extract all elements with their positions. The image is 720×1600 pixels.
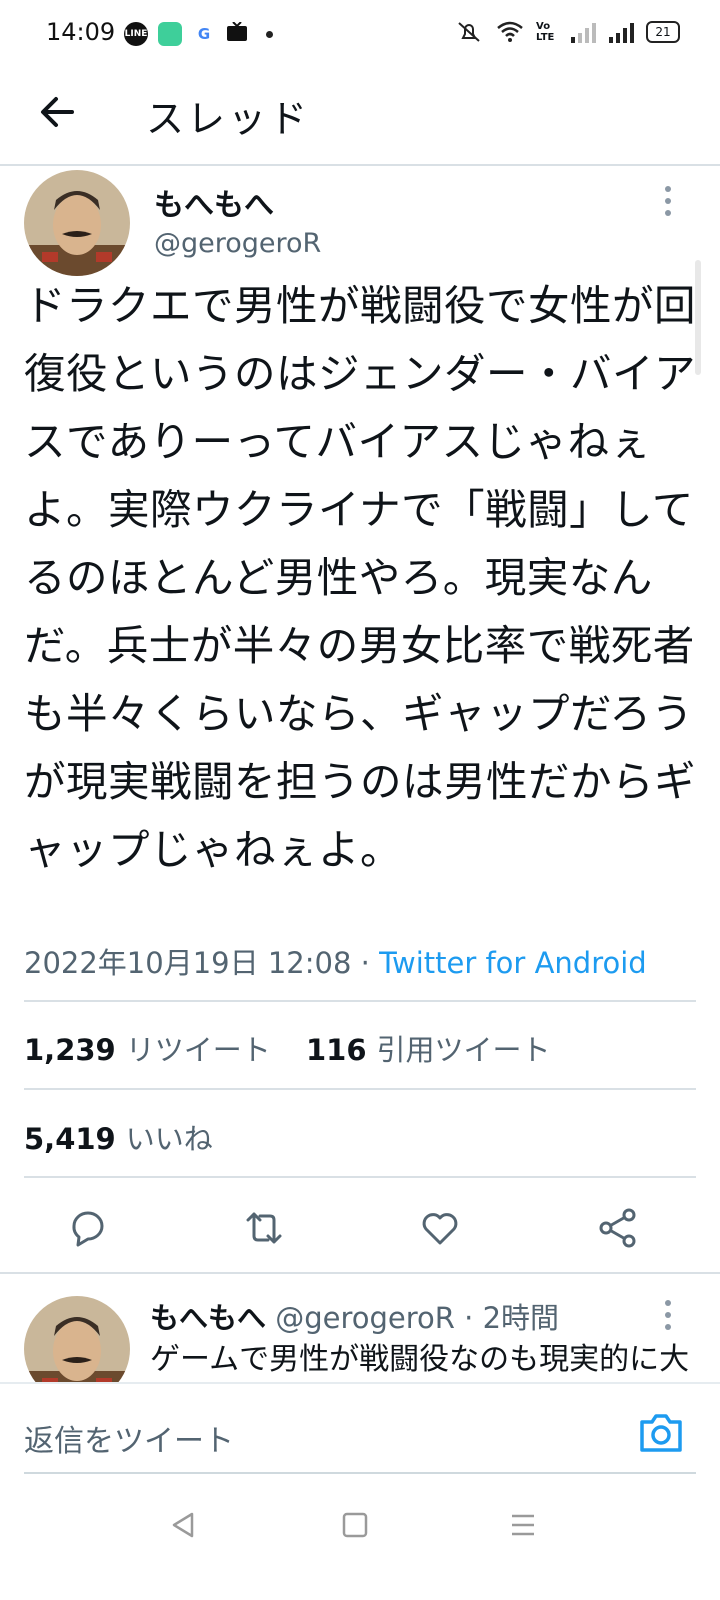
mute-icon [458,22,480,42]
likes-label: いいね [125,1122,213,1156]
share-icon[interactable] [596,1206,640,1250]
divider [24,1176,696,1178]
reply-header: もへもへ @gerogeroR · 2時間 [150,1295,559,1337]
reply-compose-bar: 返信をツイート [0,1382,720,1484]
compose-underline [24,1472,696,1474]
retweets-stat[interactable]: 1,239 リツイート [24,1033,271,1067]
more-notifications-dot [266,30,273,38]
google-app-icon: G [192,22,216,46]
reply-author-name[interactable]: もへもへ [150,1301,266,1335]
retweets-count: 1,239 [24,1033,116,1067]
line-app-icon: LINE [124,22,148,46]
top-app-bar: スレッド [0,70,720,166]
system-navigation-bar [0,1484,720,1600]
quotes-stat[interactable]: 116 引用ツイート [306,1033,551,1067]
retweet-quote-stats: 1,239 リツイート 116 引用ツイート [24,1027,551,1069]
nav-back-icon[interactable] [168,1510,198,1540]
status-bar: 14:09 LINE G Vo LTE 21 [0,0,720,70]
meta-separator: · [360,946,370,980]
more-options-icon[interactable] [658,182,678,222]
page-title: スレッド [146,97,311,141]
notification-icons: LINE G [124,21,273,46]
tweet-meta: 2022年10月19日 12:08 · Twitter for Android [24,940,647,982]
reply-more-options-icon[interactable] [658,1296,678,1336]
back-arrow-icon[interactable] [36,90,80,134]
reply-icon[interactable] [66,1206,110,1250]
wifi-icon [497,21,523,42]
camera-icon[interactable] [638,1410,684,1454]
reply-separator: · [464,1301,474,1335]
divider [24,1088,696,1090]
section-divider [0,1272,720,1274]
nav-menu-icon[interactable] [508,1510,538,1540]
divider [24,1000,696,1002]
reply-time: 2時間 [482,1301,560,1335]
tv-app-icon [226,21,248,46]
reply-author-handle[interactable]: @gerogeroR [275,1301,455,1335]
status-time: 14:09 [46,18,116,46]
author-avatar[interactable] [24,170,130,276]
nav-home-icon[interactable] [340,1510,370,1540]
quotes-count: 116 [305,1033,367,1067]
tweet-text: ドラクエで男性が戦闘役で女性が回復役というのはジェンダー・バイアスでありーってバ… [24,281,697,874]
retweets-label: リツイート [125,1033,271,1067]
reply-input[interactable]: 返信をツイート [24,1416,234,1460]
author-handle[interactable]: @gerogeroR [154,228,321,259]
signal-weak-icon [571,23,596,43]
system-icons: Vo LTE 21 [454,20,680,44]
likes-stat[interactable]: 5,419 いいね [24,1116,213,1158]
battery-icon: 21 [646,21,680,43]
author-name[interactable]: もへもへ [154,180,274,224]
tweet-source-link[interactable]: Twitter for Android [379,946,647,980]
quotes-label: 引用ツイート [376,1033,551,1067]
volte-icon: Vo LTE [536,21,555,43]
signal-icon [609,23,634,43]
like-icon[interactable] [418,1206,462,1250]
retweet-icon[interactable] [242,1206,286,1250]
reply-text[interactable]: ゲームで男性が戦闘役なのも現実的に大きな戦闘を女性が担うことがない自然なことだ [150,1338,690,1380]
likes-count: 5,419 [24,1122,116,1156]
notes-app-icon [158,22,182,46]
tweet-timestamp: 2022年10月19日 12:08 [24,946,352,980]
